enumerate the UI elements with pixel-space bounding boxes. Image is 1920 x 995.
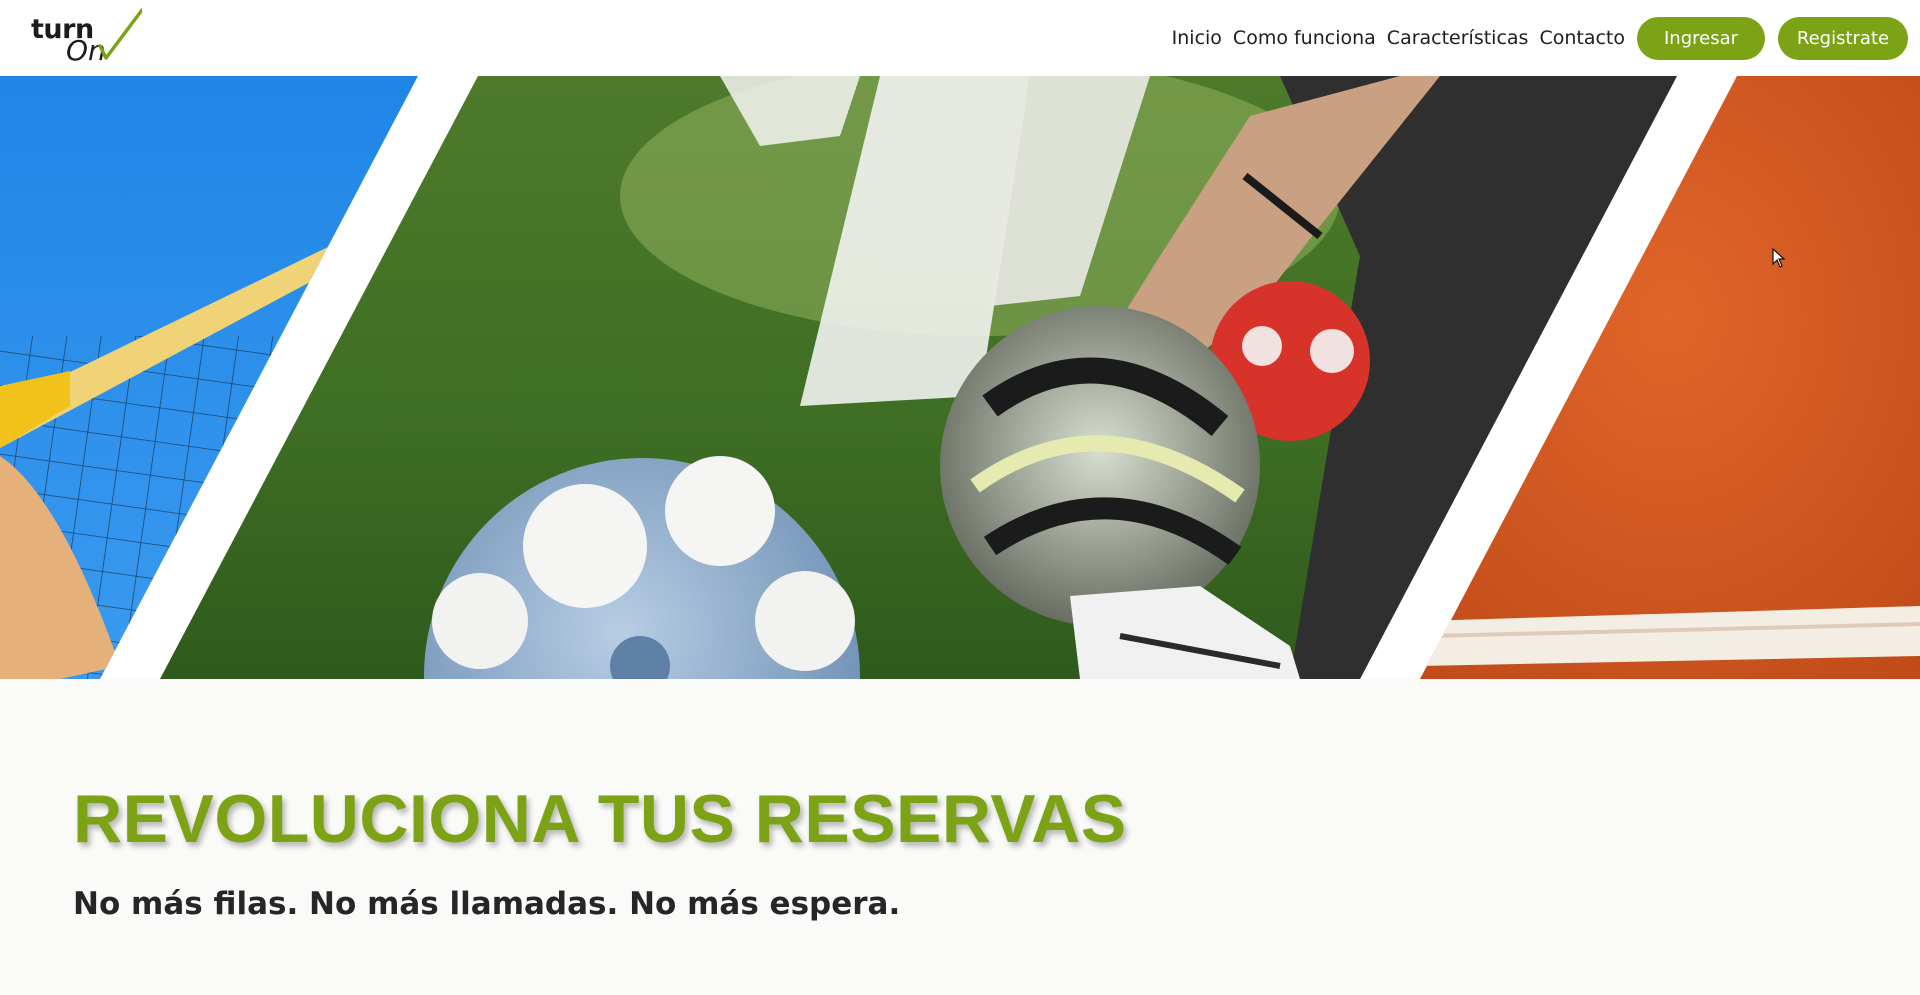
hero-banner [0, 76, 1920, 679]
hero-panel-soccer [160, 76, 1677, 679]
nav-link-inicio[interactable]: Inicio [1172, 27, 1222, 49]
hero-collage [0, 76, 1920, 679]
top-navbar: turn On Inicio Como funciona Característ… [0, 0, 1920, 76]
signup-button[interactable]: Registrate [1778, 16, 1908, 60]
nav-link-como-funciona[interactable]: Como funciona [1233, 27, 1376, 49]
mouse-cursor-icon [1772, 248, 1786, 268]
checkmark-icon [98, 8, 142, 60]
hero-headline: REVOLUCIONA TUS RESERVAS [73, 781, 1127, 857]
hero-tagline: No más filas. No más llamadas. No más es… [73, 886, 901, 922]
nav-link-contacto[interactable]: Contacto [1539, 27, 1625, 49]
turnon-logo[interactable]: turn On [28, 6, 142, 67]
login-button[interactable]: Ingresar [1637, 16, 1765, 60]
main-nav: Inicio Como funciona Características Con… [1172, 16, 1908, 60]
nav-link-caracteristicas[interactable]: Características [1387, 27, 1529, 49]
